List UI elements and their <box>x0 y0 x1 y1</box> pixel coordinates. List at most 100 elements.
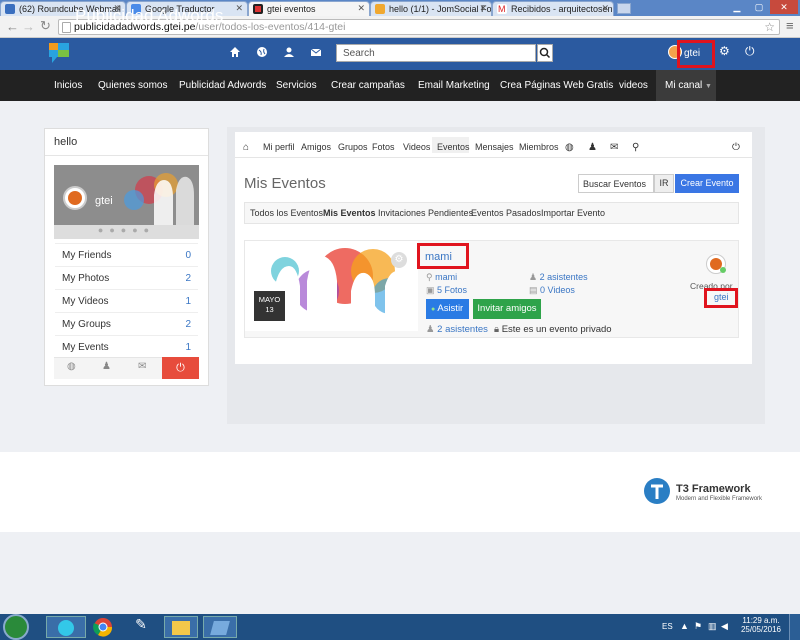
envelope-icon[interactable]: ✉ <box>138 361 146 372</box>
nav-quienes-somos[interactable]: Quienes somos <box>98 80 167 91</box>
event-settings-gear-icon[interactable]: ⚙ <box>391 252 407 268</box>
tab-mis-eventos[interactable]: Mis Eventos <box>323 208 376 218</box>
toolbar-eventos[interactable]: Eventos <box>437 142 470 152</box>
sidebar-item-friends[interactable]: My Friends 0 <box>55 243 198 266</box>
envelope-icon[interactable] <box>310 46 322 58</box>
gear-icon[interactable]: ⚙ <box>719 44 730 58</box>
user-add-icon[interactable]: ♟ <box>588 142 597 153</box>
volume-icon[interactable]: ◀ <box>721 621 728 632</box>
event-location[interactable]: ⚲ mami <box>426 272 457 283</box>
flag-icon[interactable]: ⚑ <box>694 621 702 632</box>
tab-importar-evento[interactable]: Importar Evento <box>541 208 605 218</box>
event-videos[interactable]: ▤ 0 Videos <box>529 285 575 296</box>
brand-name[interactable]: Publicidad Adwords <box>75 6 223 26</box>
browser-tab-gtei-eventos[interactable]: gtei eventos ✕ <box>248 1 370 16</box>
search-input[interactable]: Search <box>336 44 536 62</box>
new-tab-button[interactable] <box>617 3 631 14</box>
show-desktop-button[interactable] <box>789 614 800 640</box>
profile-avatar[interactable] <box>63 186 87 210</box>
close-window-icon[interactable]: ✕ <box>770 0 798 14</box>
toolbar-miembros[interactable]: Miembros <box>519 142 559 152</box>
tray-arrow-icon[interactable]: ▲ <box>680 621 689 631</box>
event-name-link[interactable]: mami <box>425 251 452 263</box>
nav-crea-paginas[interactable]: Crea Páginas Web Gratis <box>500 80 613 91</box>
paint-icon[interactable]: ✎ <box>126 616 156 638</box>
globe-icon[interactable]: ◍ <box>67 361 76 372</box>
user-add-icon[interactable]: ♟ <box>102 361 111 372</box>
create-event-button[interactable]: Crear Evento <box>675 174 739 193</box>
nav-inicios[interactable]: Inicios <box>54 80 82 91</box>
header-username[interactable]: gtei <box>684 48 700 59</box>
nav-mi-canal[interactable]: Mi canal ▼ <box>665 80 712 91</box>
back-arrow-icon[interactable]: ← <box>6 19 19 34</box>
nav-servicios[interactable]: Servicios <box>276 80 317 91</box>
taskbar-app-5[interactable] <box>203 616 237 638</box>
taskbar-explorer[interactable] <box>164 616 198 638</box>
reload-icon[interactable]: ↻ <box>40 18 51 34</box>
invite-friends-button[interactable]: Invitar amigos <box>473 299 541 319</box>
nav-crear-campanas[interactable]: Crear campañas <box>331 80 405 91</box>
event-attendees[interactable]: ♟ 2 asistentes <box>529 272 588 283</box>
framework-tagline: Modern and Flexible Framework <box>676 496 763 502</box>
toolbar-mensajes[interactable]: Mensajes <box>475 142 514 152</box>
browser-tab-jomsocial[interactable]: hello (1/1) - JomSocial Fo ✕ <box>370 1 492 16</box>
envelope-icon[interactable]: ✉ <box>610 142 618 153</box>
close-tab-icon[interactable]: ✕ <box>601 3 609 14</box>
tab-invitaciones[interactable]: Invitaciones Pendientes <box>378 208 473 218</box>
power-icon[interactable]: ⏻ <box>162 357 199 379</box>
user-icon[interactable] <box>283 46 295 58</box>
toolbar-videos[interactable]: Videos <box>403 142 430 152</box>
t3-framework-logo-icon[interactable] <box>642 476 672 506</box>
tab-label: Recibidos - arquitectosen <box>511 4 613 14</box>
browser-menu-icon[interactable]: ≡ <box>786 18 794 33</box>
nav-videos[interactable]: videos <box>619 80 648 91</box>
asistir-button[interactable]: ● Asistir <box>426 299 469 319</box>
tab-todos-eventos[interactable]: Todos los Eventos <box>250 208 323 218</box>
sidebar-title: hello <box>54 136 78 148</box>
ir-button[interactable]: IR <box>654 174 674 193</box>
home-icon[interactable] <box>229 46 241 58</box>
sidebar-item-events[interactable]: My Events 1 <box>55 335 198 358</box>
close-tab-icon[interactable]: ✕ <box>235 3 243 14</box>
bookmark-star-icon[interactable]: ☆ <box>764 20 775 34</box>
taskbar-chrome[interactable] <box>88 616 118 638</box>
nav-email-marketing[interactable]: Email Marketing <box>418 80 490 91</box>
creator-username-link[interactable]: gtei <box>714 292 729 302</box>
home-icon[interactable]: ⌂ <box>243 142 249 153</box>
close-tab-icon[interactable]: ✕ <box>357 3 365 14</box>
keyboard-language[interactable]: ES <box>662 622 673 631</box>
brand-logo-icon[interactable] <box>48 42 70 64</box>
nav-publicidad-adwords[interactable]: Publicidad Adwords <box>179 80 266 91</box>
forward-arrow-icon[interactable]: → <box>22 19 35 34</box>
toolbar-amigos[interactable]: Amigos <box>301 142 331 152</box>
search-icon[interactable]: ⚲ <box>632 142 639 153</box>
event-photos[interactable]: ▣ 5 Fotos <box>426 285 467 296</box>
sidebar-item-photos[interactable]: My Photos 2 <box>55 266 198 289</box>
sidebar-item-groups[interactable]: My Groups 2 <box>55 312 198 335</box>
toolbar-fotos[interactable]: Fotos <box>372 142 395 152</box>
close-tab-icon[interactable]: ✕ <box>479 3 487 14</box>
photo-icon: ▣ <box>426 285 435 295</box>
app-icon <box>210 621 230 635</box>
toolbar-grupos[interactable]: Grupos <box>338 142 368 152</box>
network-icon[interactable]: ▥ <box>708 621 717 632</box>
clock[interactable]: 11:29 a.m. 25/05/2016 <box>740 616 782 634</box>
start-button[interactable] <box>3 614 29 640</box>
power-icon[interactable]: ⏻ <box>732 142 740 153</box>
maximize-window-icon[interactable]: ▢ <box>748 0 770 14</box>
globe-icon[interactable] <box>256 46 268 58</box>
event-attendees-bottom[interactable]: ♟ 2 asistentes <box>426 324 488 335</box>
taskbar-app-1[interactable] <box>46 616 86 638</box>
event-month: MAYO <box>258 295 281 304</box>
browser-tab-gmail[interactable]: M Recibidos - arquitectosen ✕ <box>492 1 614 16</box>
event-location-text: mami <box>435 272 458 282</box>
event-search-input[interactable]: Buscar Eventos <box>578 174 654 193</box>
toolbar-mi-perfil[interactable]: Mi perfil <box>263 142 295 152</box>
power-icon[interactable]: ⏻ <box>745 44 755 59</box>
tab-eventos-pasados[interactable]: Eventos Pasados <box>471 208 541 218</box>
globe-icon[interactable]: ◍ <box>565 142 574 153</box>
profile-name[interactable]: gtei <box>95 195 113 207</box>
search-button[interactable] <box>537 44 553 62</box>
sidebar-item-videos[interactable]: My Videos 1 <box>55 289 198 312</box>
minimize-window-icon[interactable]: ▁ <box>726 0 748 14</box>
